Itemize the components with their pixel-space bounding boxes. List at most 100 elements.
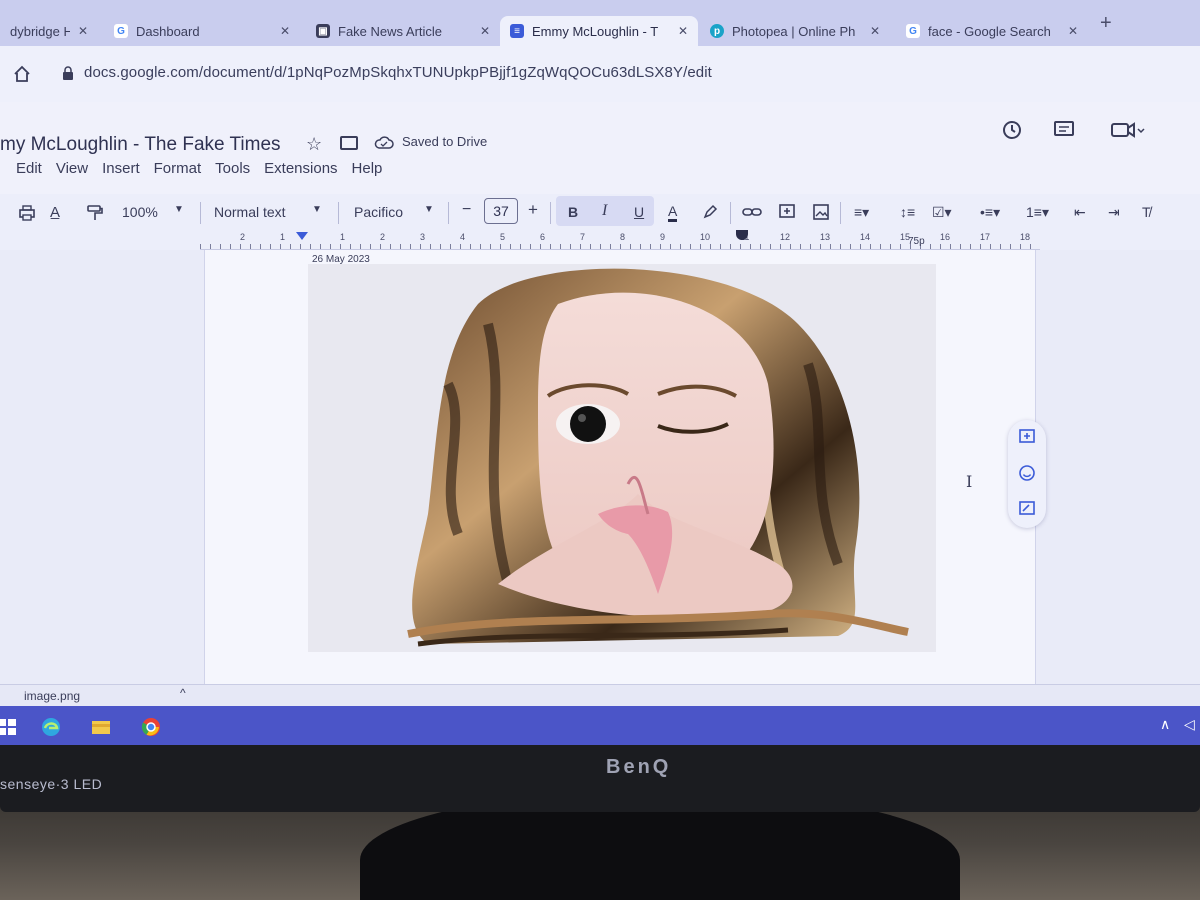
lock-icon[interactable] [62,66,74,80]
version-history-icon[interactable] [1000,118,1024,142]
ruler-tick [400,244,401,249]
address-bar: docs.google.com/document/d/1pNqPozMpSkqh… [0,46,1200,102]
bold-button[interactable]: B [568,204,578,220]
tab-dashboard[interactable]: G Dashboard ✕ [104,16,300,46]
file-explorer-icon[interactable] [90,716,112,738]
tab-close-icon[interactable]: ✕ [78,24,88,38]
numbered-list-icon[interactable]: 1≡▾ [1026,204,1049,221]
increase-indent-icon[interactable]: ⇥ [1108,204,1120,221]
senseye-led-label: senseye·3 LED [0,776,103,792]
ruler-tick [800,244,801,249]
ruler-tick [710,244,711,249]
photo-scene: dybridge H ✕ G Dashboard ✕ ▣ Fake News A… [0,0,1200,900]
distorted-face-image[interactable] [308,264,936,652]
tab-close-icon[interactable]: ✕ [870,24,880,38]
chevron-down-icon[interactable]: ▼ [174,204,184,215]
ruler-number: 2 [380,232,386,242]
suggest-edits-icon[interactable] [1018,500,1036,518]
star-icon[interactable]: ☆ [306,134,322,155]
print-icon[interactable] [18,204,36,222]
highlight-pen-icon[interactable] [702,204,718,220]
tab-school[interactable]: dybridge H ✕ [0,16,98,46]
comments-icon[interactable] [1052,118,1076,142]
tab-label: face - Google Search [928,23,1051,39]
ruler-tick [760,244,761,249]
windows-taskbar: ∧ ◁ [0,706,1200,745]
download-filename[interactable]: image.png [24,689,80,703]
tab-close-icon[interactable]: ✕ [480,24,490,38]
download-options-chevron[interactable]: ^ [180,686,186,700]
url-text[interactable]: docs.google.com/document/d/1pNqPozMpSkqh… [84,64,712,81]
document-title[interactable]: my McLoughlin - The Fake Times [0,134,281,156]
system-tray-chevron-icon[interactable]: ∧ [1160,716,1170,733]
add-comment-icon[interactable] [1018,428,1036,446]
ruler-tick [500,244,501,249]
chrome-browser-icon[interactable] [140,716,162,738]
ruler-tick [610,244,611,249]
ruler-number: 5 [500,232,506,242]
font-size-input[interactable]: 37 [484,198,518,224]
add-comment-icon[interactable] [778,203,796,221]
clear-formatting-icon[interactable]: T̸ [1142,204,1151,220]
emoji-reaction-icon[interactable] [1018,464,1036,482]
paragraph-style-select[interactable]: Normal text [214,204,286,220]
zoom-select[interactable]: 100% [122,204,158,220]
font-select[interactable]: Pacifico [354,204,403,220]
tab-label: dybridge H [10,23,70,39]
ruler-tick [420,244,421,249]
italic-button[interactable]: I [602,202,607,220]
new-tab-button[interactable]: + [1100,12,1112,35]
menu-tools[interactable]: Tools [215,160,250,177]
tab-photopea[interactable]: p Photopea | Online Ph ✕ [700,16,890,46]
insert-image-icon[interactable] [812,203,830,221]
checklist-icon[interactable]: ☑▾ [932,204,952,221]
ruler-tick [290,244,291,249]
tab-close-icon[interactable]: ✕ [1068,24,1078,38]
ruler-number: 8 [620,232,626,242]
ruler-number: 4 [460,232,466,242]
menu-edit[interactable]: Edit [16,160,42,177]
ruler-tick [820,244,821,249]
menu-format[interactable]: Format [154,160,202,177]
toolbar-divider [448,202,449,224]
chevron-down-icon[interactable]: ▼ [312,204,322,215]
ruler-number: 16 [940,232,951,242]
tab-fake-news-article[interactable]: ▣ Fake News Article ✕ [306,16,500,46]
tab-close-icon[interactable]: ✕ [280,24,290,38]
menu-help[interactable]: Help [352,160,383,177]
ruler-tick [370,244,371,249]
edge-browser-icon[interactable] [40,716,62,738]
windows-start-icon[interactable] [0,716,18,738]
volume-icon[interactable]: ◁ [1184,716,1195,733]
chevron-down-icon[interactable]: ▼ [424,204,434,215]
ruler-right-label: 75p [908,236,925,247]
increase-font-size-button[interactable]: + [528,200,538,220]
move-folder-icon[interactable] [340,136,358,150]
tab-face-google-search[interactable]: G face - Google Search ✕ [896,16,1088,46]
tab-emmy-mcloughlin[interactable]: ≡ Emmy McLoughlin - T ✕ [500,16,698,46]
ruler-tick [280,244,281,249]
ruler-number: 9 [660,232,666,242]
menu-extensions[interactable]: Extensions [264,160,337,177]
ruler-number: 14 [860,232,871,242]
paint-format-icon[interactable] [86,204,104,222]
menu-view[interactable]: View [56,160,88,177]
line-spacing-icon[interactable]: ↕≡ [900,204,915,220]
ruler-number: 10 [700,232,711,242]
ruler-tick [410,244,411,249]
meet-video-icon[interactable] [1110,118,1146,142]
link-icon[interactable] [742,205,762,219]
menu-insert[interactable]: Insert [102,160,140,177]
tab-close-icon[interactable]: ✕ [678,24,688,38]
left-indent-marker[interactable] [296,232,308,240]
underline-button[interactable]: U [634,204,644,220]
text-color-button[interactable]: A [668,204,678,222]
spellcheck-icon[interactable]: A̲ [50,204,60,221]
decrease-font-size-button[interactable]: − [462,201,471,219]
bulleted-list-icon[interactable]: •≡▾ [980,204,1000,221]
ruler-tick [900,244,901,249]
ruler-tick [1000,244,1001,249]
align-icon[interactable]: ≡▾ [854,204,869,221]
home-icon[interactable] [12,64,32,84]
decrease-indent-icon[interactable]: ⇤ [1074,204,1086,221]
